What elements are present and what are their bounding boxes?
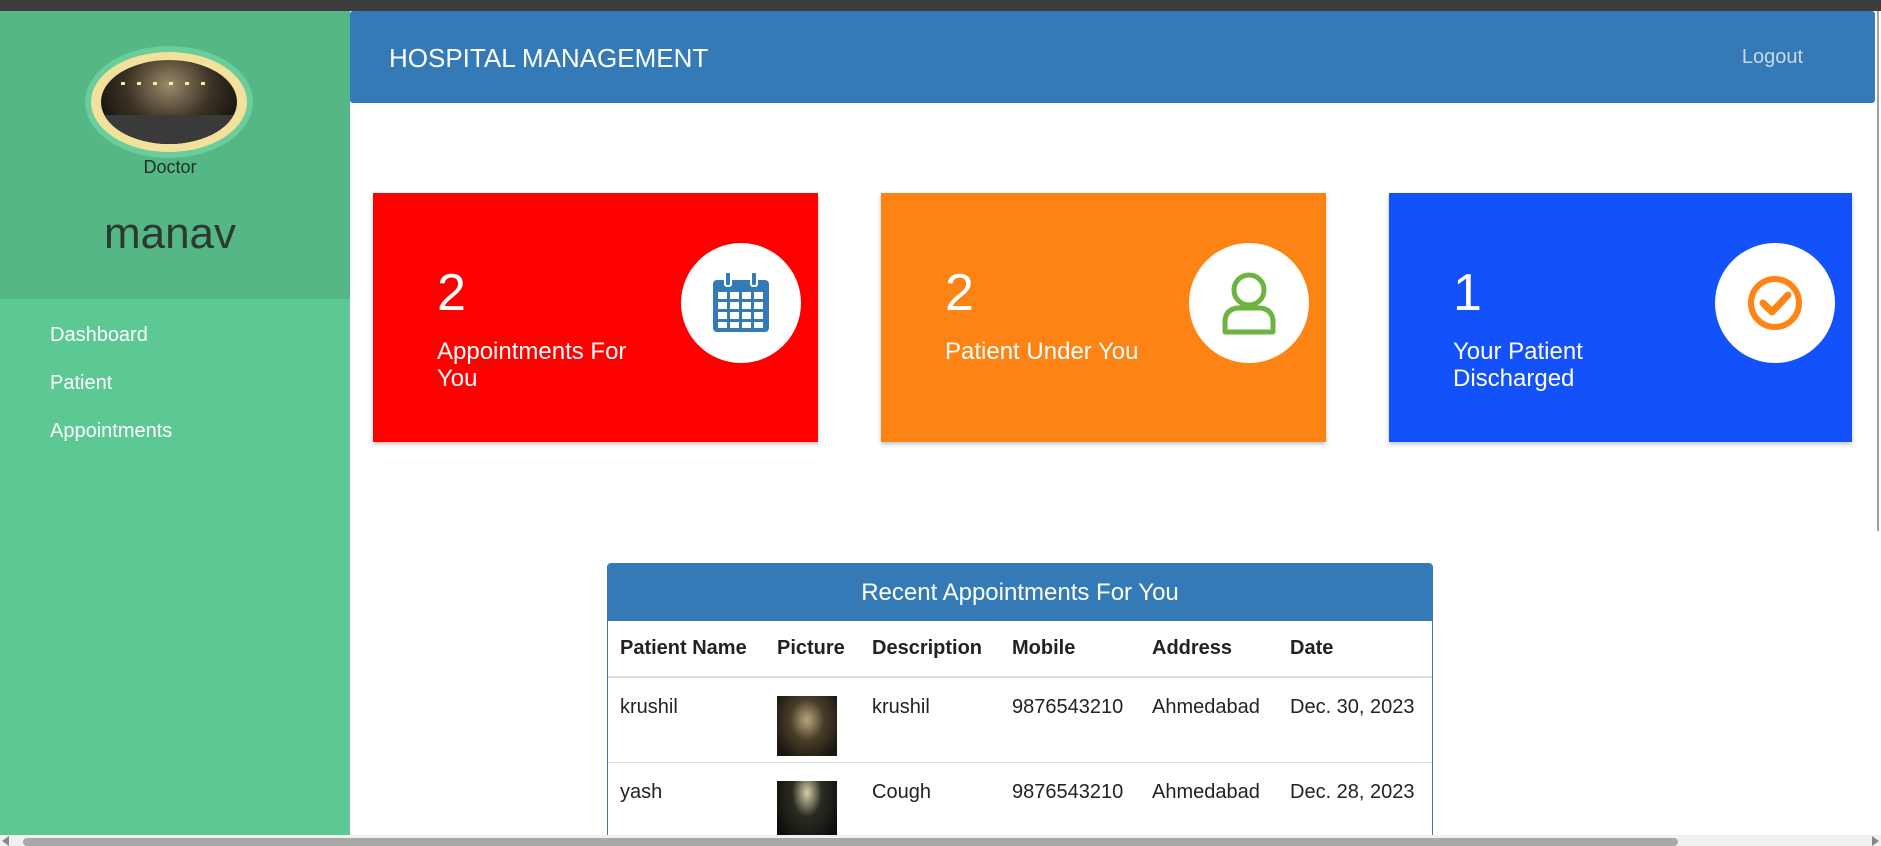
check-circle-icon bbox=[1748, 276, 1802, 330]
column-header: Date bbox=[1278, 621, 1432, 678]
calendar-icon-circle bbox=[681, 243, 801, 363]
calendar-icon bbox=[713, 271, 769, 332]
mobile-cell: 9876543210 bbox=[1000, 762, 1140, 845]
date-cell: Dec. 28, 2023 bbox=[1278, 762, 1432, 845]
date-cell: Dec. 30, 2023 bbox=[1278, 676, 1432, 763]
picture-cell bbox=[765, 676, 860, 763]
scroll-left-arrow-icon[interactable] bbox=[2, 836, 9, 846]
check-circle-icon-circle bbox=[1715, 243, 1835, 363]
patients-card[interactable]: 2 Patient Under You bbox=[881, 193, 1326, 442]
scroll-right-arrow-icon[interactable] bbox=[1872, 836, 1879, 846]
avatar bbox=[91, 52, 247, 152]
address-cell: Ahmedabad bbox=[1140, 676, 1278, 763]
patients-label: Patient Under You bbox=[945, 338, 1139, 365]
column-header: Mobile bbox=[1000, 621, 1140, 678]
logout-link[interactable]: Logout bbox=[1742, 46, 1803, 69]
appointments-card[interactable]: 2 Appointments For You bbox=[373, 193, 818, 442]
horizontal-scrollbar[interactable] bbox=[0, 835, 1881, 846]
address-cell: Ahmedabad bbox=[1140, 762, 1278, 845]
user-role: Doctor bbox=[143, 157, 197, 177]
scrollbar-thumb[interactable] bbox=[23, 838, 1678, 846]
patients-count: 2 bbox=[945, 264, 974, 322]
description-cell: Cough bbox=[860, 762, 1000, 845]
discharged-label: Your Patient Discharged bbox=[1453, 338, 1583, 392]
user-icon bbox=[1222, 272, 1276, 335]
column-header: Picture bbox=[765, 621, 860, 678]
table-row: yash Cough 9876543210 Ahmedabad Dec. 28,… bbox=[608, 762, 1432, 845]
sidebar: Doctor manav Dashboard Patient Appointme… bbox=[0, 11, 350, 835]
top-navbar: HOSPITAL MANAGEMENT Logout bbox=[350, 11, 1875, 103]
description-cell: krushil bbox=[860, 676, 1000, 763]
column-header: Description bbox=[860, 621, 1000, 678]
recent-appointments-panel: Recent Appointments For You Patient Name… bbox=[607, 563, 1433, 846]
panel-title: Recent Appointments For You bbox=[608, 564, 1432, 621]
picture-cell bbox=[765, 762, 860, 845]
table-header-row: Patient Name Picture Description Mobile … bbox=[608, 621, 1432, 678]
sidebar-nav: Dashboard Patient Appointments bbox=[0, 299, 350, 455]
discharged-card[interactable]: 1 Your Patient Discharged bbox=[1389, 193, 1852, 442]
sidebar-item-appointments[interactable]: Appointments bbox=[0, 407, 350, 455]
mobile-cell: 9876543210 bbox=[1000, 676, 1140, 763]
brand-title[interactable]: HOSPITAL MANAGEMENT bbox=[389, 43, 708, 74]
appointments-label: Appointments For You bbox=[437, 338, 627, 392]
appointments-table: Patient Name Picture Description Mobile … bbox=[608, 621, 1432, 845]
column-header: Patient Name bbox=[608, 621, 765, 678]
browser-top-strip bbox=[0, 0, 1881, 11]
appointments-count: 2 bbox=[437, 264, 466, 322]
discharged-count: 1 bbox=[1453, 264, 1482, 322]
patient-picture bbox=[777, 781, 837, 841]
user-name: manav bbox=[103, 209, 237, 258]
patient-name-cell: krushil bbox=[608, 676, 765, 763]
sidebar-item-dashboard[interactable]: Dashboard bbox=[0, 311, 350, 359]
table-row: krushil krushil 9876543210 Ahmedabad Dec… bbox=[608, 676, 1432, 763]
user-icon-circle bbox=[1189, 243, 1309, 363]
avatar-image bbox=[101, 60, 237, 144]
patient-name-cell: yash bbox=[608, 762, 765, 845]
page-edge bbox=[1877, 11, 1879, 531]
column-header: Address bbox=[1140, 621, 1278, 678]
profile-section: Doctor manav bbox=[0, 11, 350, 299]
sidebar-item-patient[interactable]: Patient bbox=[0, 359, 350, 407]
patient-picture bbox=[777, 696, 837, 756]
